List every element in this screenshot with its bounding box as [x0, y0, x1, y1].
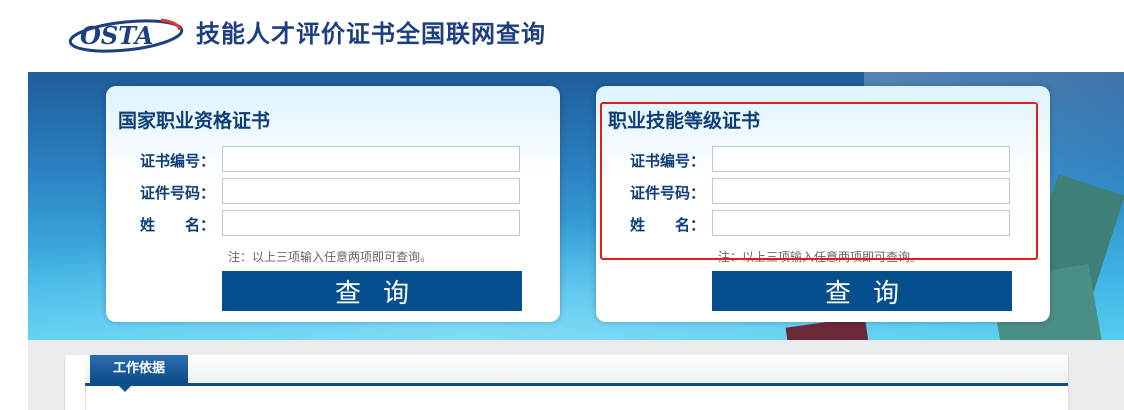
id-number-label: 证件号码： [140, 184, 216, 202]
id-number-label: 证件号码： [630, 184, 706, 202]
svg-text:OSTA: OSTA [80, 21, 153, 50]
cert-number-row: 证书编号： [106, 146, 560, 174]
id-number-row: 证件号码： [596, 178, 1050, 206]
name-row: 姓 名： [106, 210, 560, 238]
cert-number-label: 证书编号： [630, 152, 706, 170]
tab-pointer-icon [119, 386, 131, 392]
card-title: 国家职业资格证书 [118, 110, 271, 132]
name-label: 姓 名： [140, 216, 216, 234]
cert-number-label: 证书编号： [140, 152, 216, 170]
cert-number-input[interactable] [712, 146, 1010, 172]
tab-work-basis[interactable]: 工作依据 [90, 355, 188, 383]
osta-logo: OSTA [68, 18, 184, 53]
id-number-input[interactable] [712, 178, 1010, 204]
site-title: 技能人才评价证书全国联网查询 [196, 20, 546, 48]
name-input[interactable] [222, 210, 520, 236]
panel-divider [85, 386, 86, 410]
query-note: 注：以上三项输入任意两项即可查询。 [718, 250, 923, 264]
name-row: 姓 名： [596, 210, 1050, 238]
tab-bar: 工作依据 [85, 355, 1068, 386]
national-qualification-card: 国家职业资格证书 证书编号： 证件号码： 姓 名： 注：以上三项输入任意两项即可… [106, 86, 560, 322]
card-title: 职业技能等级证书 [608, 110, 761, 132]
header: OSTA 技能人才评价证书全国联网查询 [0, 0, 1124, 72]
id-number-input[interactable] [222, 178, 520, 204]
query-note: 注：以上三项输入任意两项即可查询。 [228, 250, 433, 264]
name-label: 姓 名： [630, 216, 706, 234]
skill-level-card: 职业技能等级证书 证书编号： 证件号码： 姓 名： 注：以上三项输入任意两项即可… [596, 86, 1050, 322]
cert-number-input[interactable] [222, 146, 520, 172]
work-basis-panel: 工作依据 [64, 355, 1069, 410]
name-input[interactable] [712, 210, 1010, 236]
query-button[interactable]: 查询 [222, 271, 522, 311]
cert-number-row: 证书编号： [596, 146, 1050, 174]
id-number-row: 证件号码： [106, 178, 560, 206]
query-button[interactable]: 查询 [712, 271, 1012, 311]
